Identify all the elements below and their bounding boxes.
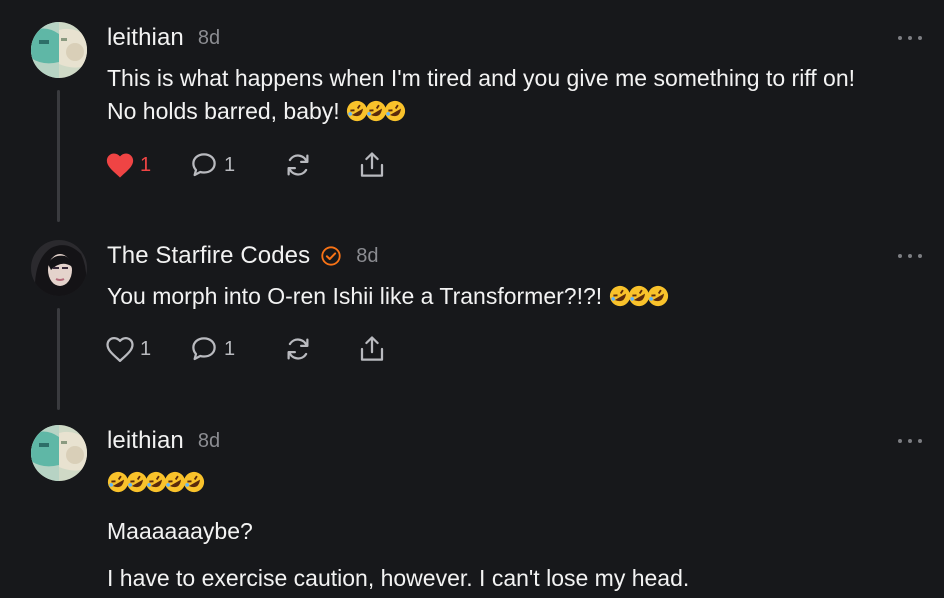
share-icon	[360, 336, 384, 361]
share-button[interactable]	[357, 150, 387, 180]
post-text-line: I have to exercise caution, however. I c…	[107, 565, 690, 591]
more-options-button[interactable]	[898, 30, 922, 46]
post-actions: 1 1	[105, 150, 387, 180]
repost-icon	[287, 338, 309, 360]
post-text-line: Maaaaaaybe?	[107, 518, 253, 544]
reply-count: 1	[224, 337, 236, 360]
reply-button[interactable]: 1	[189, 150, 283, 180]
comment-post: leithian 8d Maaaaaaybe? I have to exerci…	[0, 410, 944, 598]
ellipsis-icon	[898, 439, 902, 443]
reply-count: 1	[224, 153, 236, 176]
post-header: leithian 8d	[107, 427, 220, 455]
thread-connector	[57, 90, 60, 222]
reply-button[interactable]: 1	[189, 334, 283, 364]
rolling-on-floor-laughing-emoji	[385, 100, 406, 122]
like-count: 1	[140, 153, 152, 176]
like-button[interactable]: 1	[105, 335, 189, 363]
post-body: You morph into O-ren Ishii like a Transf…	[107, 280, 927, 313]
post-body: Maaaaaaybe? I have to exercise caution, …	[107, 466, 927, 595]
like-count: 1	[140, 337, 152, 360]
repost-button[interactable]	[283, 334, 357, 364]
post-text-line: This is what happens when I'm tired and …	[107, 65, 856, 91]
more-options-button[interactable]	[898, 248, 922, 264]
more-options-button[interactable]	[898, 433, 922, 449]
timestamp[interactable]: 8d	[356, 245, 378, 268]
emoji-group	[107, 468, 205, 496]
username[interactable]: leithian	[107, 24, 184, 52]
post-text-line: No holds barred, baby!	[107, 98, 340, 124]
avatar[interactable]	[31, 425, 87, 481]
post-body: This is what happens when I'm tired and …	[107, 62, 927, 128]
post-header: The Starfire Codes 8d	[107, 242, 378, 270]
repost-button[interactable]	[283, 150, 357, 180]
emoji-group	[609, 285, 668, 307]
thread-connector	[57, 308, 60, 410]
avatar[interactable]	[31, 240, 87, 296]
ellipsis-icon	[898, 36, 902, 40]
repost-icon	[287, 154, 309, 176]
speech-bubble-icon	[192, 153, 216, 177]
comment-post: The Starfire Codes 8d You morph into O-r…	[0, 220, 944, 410]
comment-thread: leithian 8d This is what happens when I'…	[0, 0, 944, 598]
share-icon	[360, 152, 384, 177]
username[interactable]: The Starfire Codes	[107, 242, 310, 270]
rolling-on-floor-laughing-emoji	[647, 285, 668, 307]
heart-icon	[106, 153, 134, 178]
comment-post: leithian 8d This is what happens when I'…	[0, 0, 944, 222]
verified-badge-icon	[321, 246, 341, 266]
timestamp[interactable]: 8d	[198, 430, 220, 453]
like-button[interactable]: 1	[105, 151, 189, 179]
rolling-on-floor-laughing-emoji	[183, 471, 205, 493]
timestamp[interactable]: 8d	[198, 27, 220, 50]
share-button[interactable]	[357, 334, 387, 364]
speech-bubble-icon	[192, 337, 216, 361]
post-actions: 1 1	[105, 334, 387, 364]
post-text-line: You morph into O-ren Ishii like a Transf…	[107, 283, 603, 309]
emoji-group	[346, 100, 406, 122]
post-header: leithian 8d	[107, 24, 220, 52]
heart-icon	[106, 337, 134, 362]
ellipsis-icon	[898, 254, 902, 258]
username[interactable]: leithian	[107, 427, 184, 455]
avatar[interactable]	[31, 22, 87, 78]
